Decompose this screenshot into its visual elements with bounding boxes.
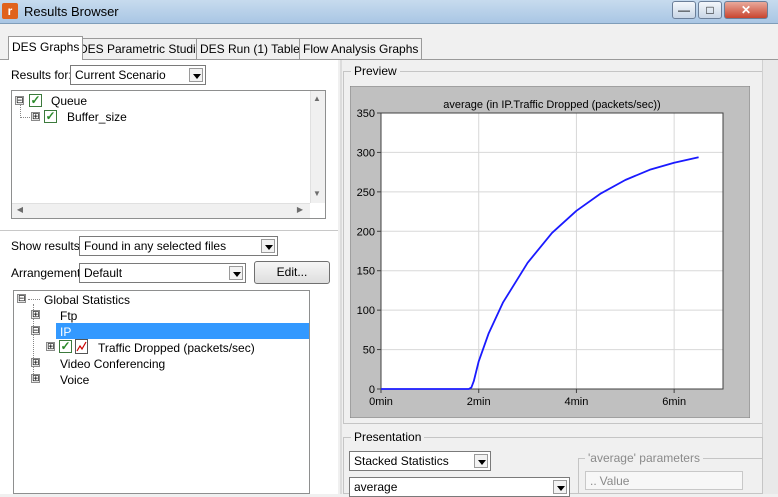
tree-item-buffer-size[interactable]: Buffer_size <box>67 110 127 124</box>
filter-dropdown[interactable]: average <box>349 477 570 497</box>
x-tick-label: 2min <box>467 396 491 408</box>
preview-title: Preview <box>351 64 400 78</box>
x-tick-label: 4min <box>565 396 589 408</box>
chevron-down-icon[interactable] <box>474 454 488 468</box>
tree-item-global-statistics[interactable]: Global Statistics <box>44 293 130 307</box>
tree-connector <box>20 104 21 118</box>
chevron-down-icon[interactable] <box>229 266 243 280</box>
expand-icon[interactable]: ⊞ <box>31 374 40 383</box>
tab-flow-analysis-graphs[interactable]: Flow Analysis Graphs <box>299 38 423 59</box>
graph-page-icon <box>75 339 88 354</box>
tab-des-run-tables[interactable]: DES Run (1) Tables <box>196 38 310 59</box>
maximize-button[interactable]: □ <box>698 1 722 19</box>
tab-des-graphs[interactable]: DES Graphs <box>8 36 84 60</box>
tree-item-ip[interactable]: IP <box>60 325 71 339</box>
y-tick-label: 350 <box>357 108 375 120</box>
parameters-table-header: .. Value <box>585 471 743 490</box>
show-results-label: Show results: <box>11 239 84 253</box>
close-icon: ✕ <box>740 3 752 17</box>
tree-item-queue[interactable]: Queue <box>51 94 87 108</box>
scenario-tree-vscroll[interactable] <box>310 91 325 203</box>
minimize-button[interactable]: — <box>672 1 696 19</box>
stack-mode-dropdown[interactable]: Stacked Statistics <box>349 451 491 471</box>
y-tick-label: 0 <box>369 384 375 396</box>
parameters-column-handle: .. <box>590 474 597 488</box>
tree-item-traffic-dropped[interactable]: Traffic Dropped (packets/sec) <box>98 341 255 355</box>
arrangement-value: Default <box>84 266 123 280</box>
tree-connector <box>28 299 40 300</box>
show-results-value: Found in any selected files <box>84 239 227 253</box>
maximize-icon: □ <box>706 3 714 17</box>
collapse-icon[interactable]: ⊟ <box>15 96 24 105</box>
right-vscroll[interactable] <box>762 60 778 494</box>
results-for-dropdown[interactable]: Current Scenario <box>70 65 206 85</box>
tree-item-ftp[interactable]: Ftp <box>60 309 77 323</box>
tree-item-voice[interactable]: Voice <box>60 373 89 387</box>
filter-value: average <box>354 480 398 494</box>
chevron-down-icon[interactable] <box>261 239 275 253</box>
chart-title: average (in IP.Traffic Dropped (packets/… <box>443 99 660 111</box>
y-tick-label: 300 <box>357 147 375 159</box>
pane-divider <box>0 230 338 231</box>
expand-icon[interactable]: ⊞ <box>31 358 40 367</box>
close-button[interactable]: ✕ <box>724 1 768 19</box>
traffic-dropped-checkbox[interactable]: ✓ <box>59 340 72 353</box>
preview-chart: average (in IP.Traffic Dropped (packets/… <box>350 86 750 418</box>
scroll-right-icon[interactable]: ▶ <box>294 204 306 216</box>
tree-item-video-conferencing[interactable]: Video Conferencing <box>60 357 165 371</box>
results-for-label: Results for: <box>11 68 72 82</box>
show-results-dropdown[interactable]: Found in any selected files <box>79 236 278 256</box>
y-tick-label: 100 <box>357 305 375 317</box>
presentation-title: Presentation <box>351 430 425 444</box>
minimize-icon: — <box>678 3 690 17</box>
expand-icon[interactable]: ⊞ <box>46 342 55 351</box>
scroll-up-icon[interactable]: ▲ <box>311 93 323 105</box>
tree-item-ip-highlight <box>56 323 309 339</box>
collapse-icon[interactable]: ⊟ <box>31 326 40 335</box>
x-tick-label: 0min <box>369 396 393 408</box>
chevron-down-icon[interactable] <box>189 68 203 82</box>
scroll-down-icon[interactable]: ▼ <box>311 188 323 200</box>
edit-button[interactable]: Edit... <box>254 261 330 284</box>
chevron-down-icon[interactable] <box>553 480 567 494</box>
results-for-value: Current Scenario <box>75 68 166 82</box>
scenario-tree-hscroll[interactable] <box>12 203 310 218</box>
y-tick-label: 150 <box>357 266 375 278</box>
y-tick-label: 200 <box>357 226 375 238</box>
scenario-tree <box>11 90 326 219</box>
queue-checkbox[interactable]: ✓ <box>29 94 42 107</box>
splitter[interactable] <box>340 60 342 494</box>
stack-mode-value: Stacked Statistics <box>354 454 449 468</box>
arrangement-label: Arrangement: <box>11 266 84 280</box>
expand-icon[interactable]: ⊞ <box>31 112 40 121</box>
plot-area <box>380 112 724 390</box>
arrangement-dropdown[interactable]: Default <box>79 263 246 283</box>
statistics-tree <box>13 290 310 494</box>
y-tick-label: 50 <box>363 345 375 357</box>
app-icon: r <box>2 3 18 19</box>
scroll-left-icon[interactable]: ◀ <box>14 204 26 216</box>
y-tick-label: 250 <box>357 187 375 199</box>
parameters-title: 'average' parameters <box>585 451 703 465</box>
expand-icon[interactable]: ⊞ <box>31 310 40 319</box>
buffer-size-checkbox[interactable]: ✓ <box>44 110 57 123</box>
window-title: Results Browser <box>24 4 119 19</box>
parameters-value-column: Value <box>599 474 630 488</box>
x-tick-label: 6min <box>662 396 686 408</box>
tree-connector <box>20 117 30 118</box>
collapse-icon[interactable]: ⊟ <box>17 294 26 303</box>
tab-des-parametric-studies[interactable]: DES Parametric Studies <box>75 38 213 59</box>
